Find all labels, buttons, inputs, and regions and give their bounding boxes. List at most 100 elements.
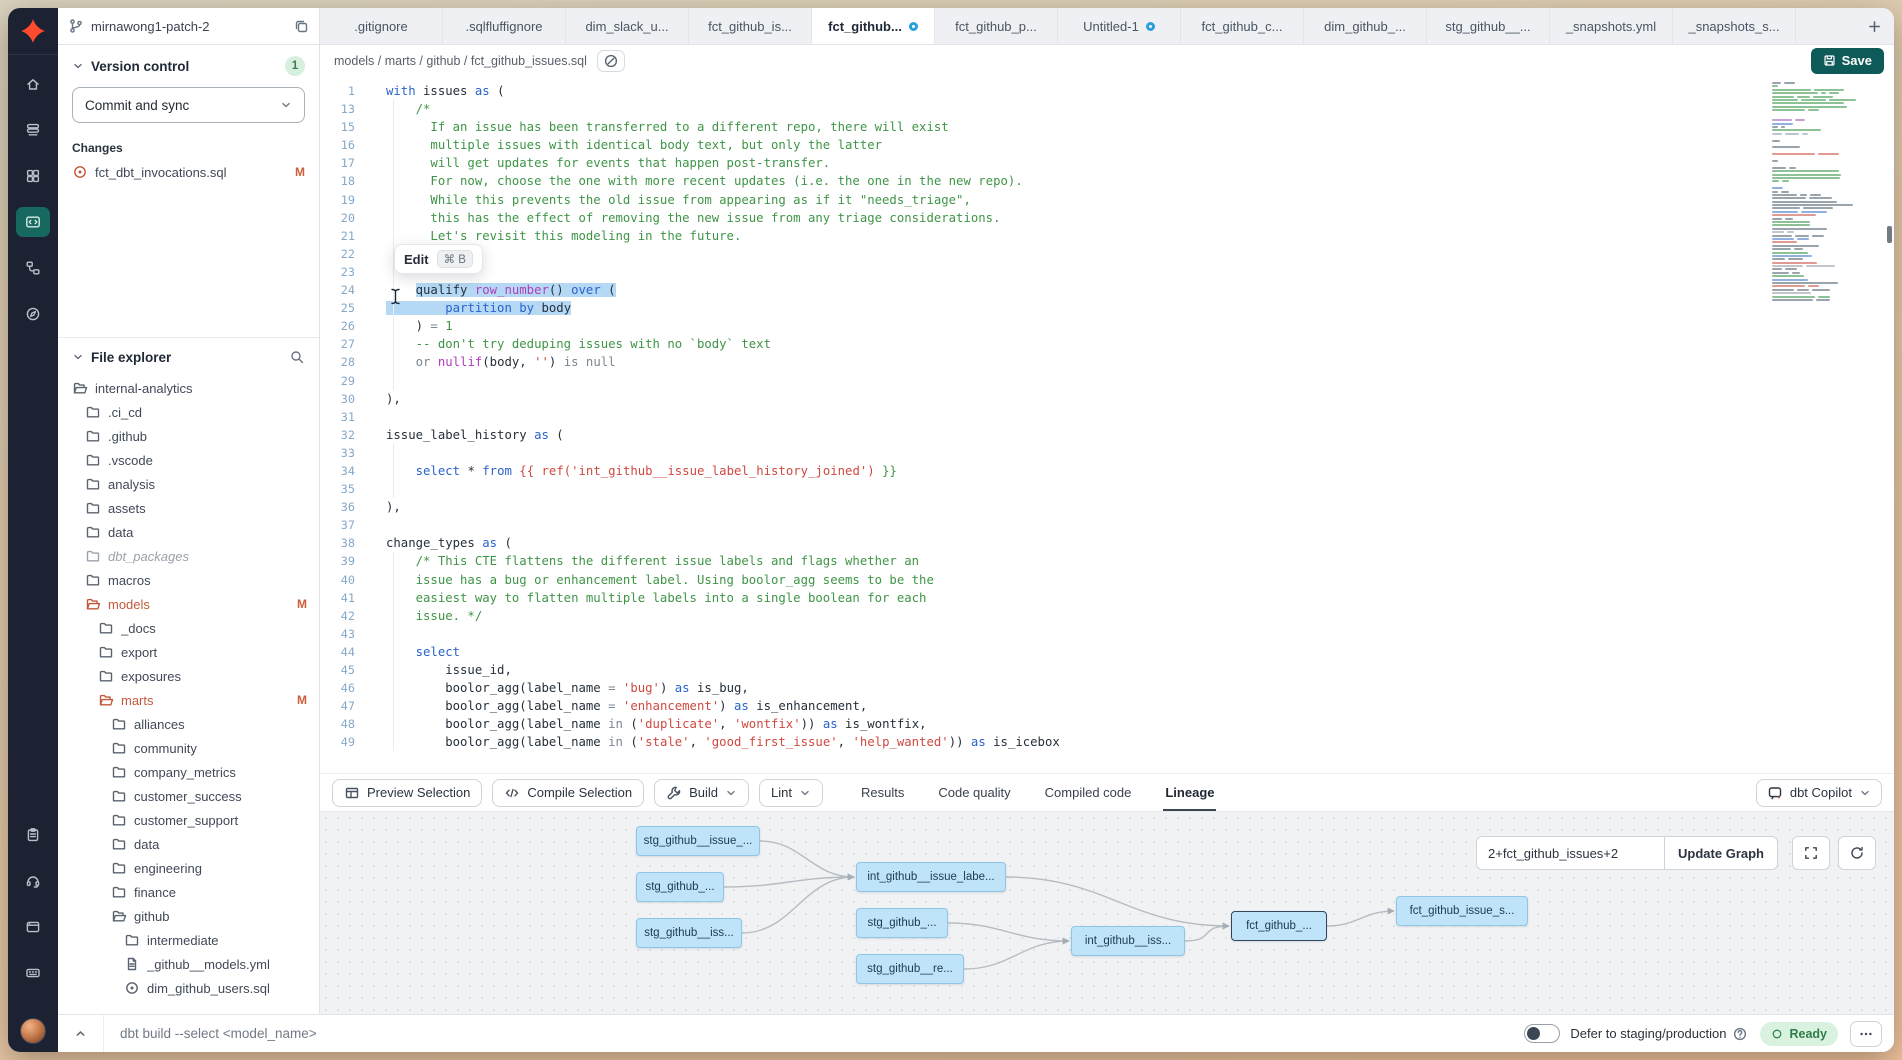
tree-item-data[interactable]: data [58, 520, 319, 544]
code-line-32[interactable]: 32issue_label_history as ( [320, 426, 1894, 444]
tree-item-engineering[interactable]: engineering [58, 856, 319, 880]
lineage-node-3[interactable]: int_github__issue_labe... [856, 862, 1006, 892]
code-line-26[interactable]: 26 ) = 1 [320, 317, 1894, 335]
code-line-27[interactable]: 27 -- don't try deduping issues with no … [320, 335, 1894, 353]
tab-untitled-1[interactable]: Untitled-1 [1058, 8, 1181, 44]
tree-item-dbt_packages[interactable]: dbt_packages [58, 544, 319, 568]
tab-fct_github...[interactable]: fct_github... [812, 8, 935, 44]
code-line-43[interactable]: 43 [320, 625, 1894, 643]
code-line-28[interactable]: 28 or nullif(body, '') is null [320, 353, 1894, 371]
rail-item-apps[interactable] [16, 161, 50, 191]
code-line-25[interactable]: 25 partition by body [320, 299, 1894, 317]
refresh-button[interactable] [1838, 836, 1876, 870]
code-line-24[interactable]: 24 qualify row_number() over ( [320, 281, 1894, 299]
new-tab-button[interactable] [1854, 8, 1894, 44]
rail-item-orchestrate[interactable] [16, 253, 50, 283]
compile-selection-button[interactable]: Compile Selection [492, 779, 644, 807]
lint-button[interactable]: Lint [759, 779, 823, 807]
code-line-13[interactable]: 13 /* [320, 100, 1894, 118]
tree-item-alliances[interactable]: alliances [58, 712, 319, 736]
tab-fct_github_c...[interactable]: fct_github_c... [1181, 8, 1304, 44]
changed-file-item[interactable]: fct_dbt_invocations.sql M [58, 161, 319, 183]
tree-item-_github__models.yml[interactable]: _github__models.yml [58, 952, 319, 976]
branch-selector[interactable]: mirnawong1-patch-2 [58, 8, 320, 44]
code-line-40[interactable]: 40 issue has a bug or enhancement label.… [320, 571, 1894, 589]
tab-_snapshots_s...[interactable]: _snapshots_s... [1673, 8, 1796, 44]
lineage-selector-input[interactable] [1476, 836, 1664, 870]
lineage-node-6[interactable]: int_github__iss... [1071, 926, 1185, 956]
rail-item-notes[interactable] [16, 820, 50, 850]
preview-selection-button[interactable]: Preview Selection [332, 779, 482, 807]
code-line-1[interactable]: 1with issues as ( [320, 82, 1894, 100]
rail-item-shortcuts[interactable] [16, 958, 50, 988]
tab-fct_github_is...[interactable]: fct_github_is... [689, 8, 812, 44]
code-line-48[interactable]: 48 boolor_agg(label_name in ('duplicate'… [320, 715, 1894, 733]
tree-item-export[interactable]: export [58, 640, 319, 664]
code-line-18[interactable]: 18 For now, choose the one with more rec… [320, 172, 1894, 190]
lineage-node-1[interactable]: stg_github_... [636, 872, 724, 902]
code-line-21[interactable]: 21 Let's revisit this modeling in the fu… [320, 227, 1894, 245]
code-line-19[interactable]: 19 While this prevents the old issue fro… [320, 191, 1894, 209]
dbt-copilot-button[interactable]: dbt Copilot [1756, 779, 1882, 807]
help-icon[interactable] [1732, 1026, 1748, 1042]
lineage-node-4[interactable]: stg_github_... [856, 908, 948, 938]
rail-item-warehouse[interactable] [16, 115, 50, 145]
copy-icon[interactable] [293, 18, 309, 34]
update-graph-button[interactable]: Update Graph [1664, 836, 1778, 870]
tree-item-exposures[interactable]: exposures [58, 664, 319, 688]
code-line-37[interactable]: 37 [320, 516, 1894, 534]
tree-item-.vscode[interactable]: .vscode [58, 448, 319, 472]
tree-item-company_metrics[interactable]: company_metrics [58, 760, 319, 784]
code-line-38[interactable]: 38change_types as ( [320, 534, 1894, 552]
tree-item-macros[interactable]: macros [58, 568, 319, 592]
save-button[interactable]: Save [1811, 48, 1884, 74]
user-avatar[interactable] [20, 1018, 46, 1044]
lineage-node-8[interactable]: fct_github_issue_s... [1396, 896, 1528, 926]
code-line-44[interactable]: 44 select [320, 643, 1894, 661]
code-line-34[interactable]: 34 select * from {{ ref('int_github__iss… [320, 462, 1894, 480]
more-options-button[interactable] [1850, 1021, 1882, 1047]
code-line-49[interactable]: 49 boolor_agg(label_name in ('stale', 'g… [320, 733, 1894, 751]
tree-item-intermediate[interactable]: intermediate [58, 928, 319, 952]
tab-.sqlfluffignore[interactable]: .sqlfluffignore [443, 8, 566, 44]
command-input[interactable]: dbt build --select <model_name> [104, 1026, 1524, 1041]
rail-item-develop[interactable] [16, 207, 50, 237]
tree-item-finance[interactable]: finance [58, 880, 319, 904]
code-line-39[interactable]: 39 /* This CTE flattens the different is… [320, 552, 1894, 570]
tree-item-community[interactable]: community [58, 736, 319, 760]
search-icon[interactable] [289, 349, 305, 365]
file-action-icon[interactable] [597, 50, 625, 72]
tree-item-analysis[interactable]: analysis [58, 472, 319, 496]
tab-dim_slack_u...[interactable]: dim_slack_u... [566, 8, 689, 44]
panel-tab-compiled-code[interactable]: Compiled code [1045, 774, 1132, 811]
panel-tab-code-quality[interactable]: Code quality [938, 774, 1010, 811]
lineage-node-2[interactable]: stg_github__iss... [636, 918, 742, 948]
rail-item-home[interactable] [16, 69, 50, 99]
code-line-36[interactable]: 36), [320, 498, 1894, 516]
panel-tab-lineage[interactable]: Lineage [1165, 774, 1214, 811]
code-line-29[interactable]: 29 [320, 372, 1894, 390]
version-control-header[interactable]: Version control 1 [58, 45, 319, 85]
code-line-41[interactable]: 41 easiest way to flatten multiple label… [320, 589, 1894, 607]
code-line-15[interactable]: 15 If an issue has been transferred to a… [320, 118, 1894, 136]
code-line-17[interactable]: 17 will get updates for events that happ… [320, 154, 1894, 172]
tree-item-_docs[interactable]: _docs [58, 616, 319, 640]
tab-_snapshots.yml[interactable]: _snapshots.yml [1550, 8, 1673, 44]
code-line-22[interactable]: 22 [320, 245, 1894, 263]
code-line-35[interactable]: 35 [320, 480, 1894, 498]
edit-popover[interactable]: Edit ⌘ B [394, 244, 483, 274]
vertical-scrollbar[interactable] [1887, 226, 1892, 243]
fullscreen-button[interactable] [1792, 836, 1830, 870]
lineage-node-7[interactable]: fct_github_... [1231, 911, 1327, 941]
code-line-16[interactable]: 16 multiple issues with identical body t… [320, 136, 1894, 154]
lineage-node-5[interactable]: stg_github__re... [856, 954, 964, 984]
tree-item-customer_support[interactable]: customer_support [58, 808, 319, 832]
lineage-node-0[interactable]: stg_github__issue_... [636, 826, 760, 856]
tab-fct_github_p...[interactable]: fct_github_p... [935, 8, 1058, 44]
panel-tab-results[interactable]: Results [861, 774, 904, 811]
tree-item-github[interactable]: github [58, 904, 319, 928]
tree-item-.github[interactable]: .github [58, 424, 319, 448]
tree-item-dim_github_users.sql[interactable]: dim_github_users.sql [58, 976, 319, 1000]
tree-item-assets[interactable]: assets [58, 496, 319, 520]
minimap[interactable] [1772, 82, 1876, 302]
